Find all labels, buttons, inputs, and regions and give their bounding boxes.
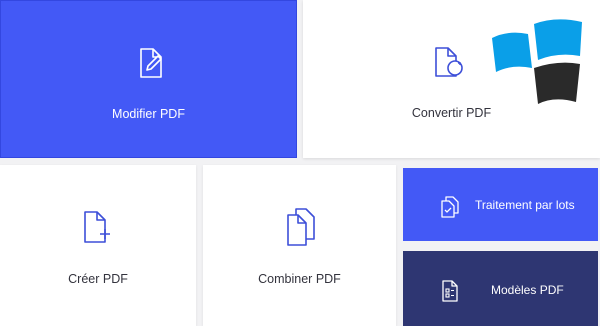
modeles-pdf-tile[interactable]: Modèles PDF <box>403 251 598 326</box>
combiner-pdf-tile[interactable]: Combiner PDF <box>203 165 396 326</box>
create-pdf-icon <box>84 211 110 243</box>
convertir-pdf-label: Convertir PDF <box>411 106 492 120</box>
combiner-pdf-label: Combiner PDF <box>258 272 341 286</box>
traitement-par-lots-label: Traitement par lots <box>475 198 575 212</box>
modifier-pdf-tile[interactable]: Modifier PDF <box>0 0 297 158</box>
combine-pdf-icon <box>287 208 315 246</box>
convert-pdf-icon <box>435 47 463 77</box>
windows-logo-icon <box>492 19 582 104</box>
creer-pdf-label: Créer PDF <box>68 272 128 286</box>
creer-pdf-tile[interactable]: Créer PDF <box>0 165 196 326</box>
edit-pdf-icon <box>140 48 162 78</box>
traitement-par-lots-tile[interactable]: Traitement par lots <box>403 168 598 241</box>
modeles-pdf-label: Modèles PDF <box>491 283 564 297</box>
batch-process-icon <box>441 196 459 218</box>
pdf-templates-icon <box>442 280 458 302</box>
modifier-pdf-label: Modifier PDF <box>112 107 185 121</box>
